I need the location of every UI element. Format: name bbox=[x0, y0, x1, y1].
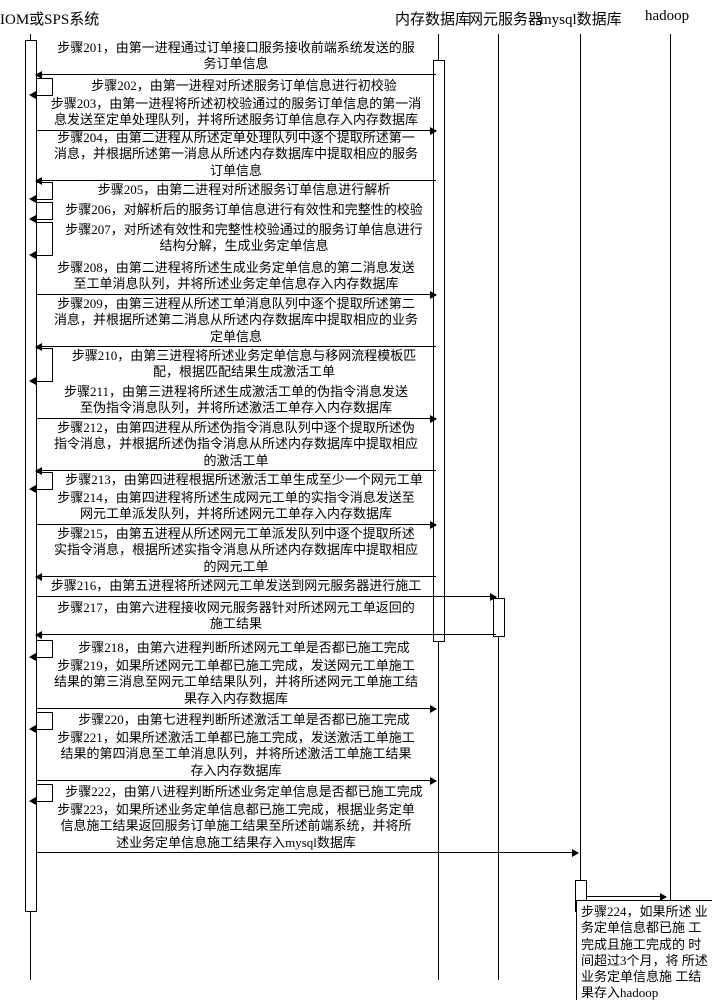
step-text-17: 步骤218，由第六进程判断所述网元工单是否都已施工完成 bbox=[56, 640, 432, 656]
step-text-11: 步骤212，由第四进程从所述伪指令消息队列中逐个提取所述伪 指令消息，并根据所述… bbox=[42, 420, 430, 469]
step-text-19: 步骤220，由第七进程判断所述激活工单是否都已施工完成 bbox=[56, 712, 432, 728]
arrow-22 bbox=[36, 852, 578, 853]
step-text-3: 步骤204，由第二进程从所述定单处理队列中逐个提取所述第一 消息，并根据所述第一… bbox=[42, 130, 430, 179]
self-arrow-21 bbox=[36, 784, 53, 802]
actor-mysql: mysql数据库 bbox=[540, 8, 622, 29]
step-text-18: 步骤219，如果所述网元工单都已施工完成，发送网元工单施工 结果的第三消息至网元… bbox=[42, 658, 430, 707]
actor-ne: 网元服务器 bbox=[468, 8, 543, 29]
arrow-7 bbox=[36, 294, 436, 295]
step-text-22: 步骤223，如果所述业务定单信息都已施工完成，根据业务定单 信息施工结果返回服务… bbox=[42, 802, 430, 851]
actor-hadoop: hadoop bbox=[645, 8, 689, 25]
arrow-15 bbox=[36, 596, 496, 597]
activation-1 bbox=[433, 60, 445, 642]
self-arrow-12 bbox=[36, 472, 53, 490]
arrow-18 bbox=[36, 708, 436, 709]
step-text-7: 步骤208，由第二进程将所述生成业务定单信息的第二消息发送 至工单消息队列，并将… bbox=[42, 260, 430, 293]
arrow-0 bbox=[36, 74, 436, 75]
arrow-8 bbox=[36, 346, 436, 347]
self-arrow-19 bbox=[36, 712, 53, 730]
step-text-15: 步骤216，由第五进程将所述网元工单发送到网元服务器进行施工 bbox=[42, 578, 430, 594]
arrow-20 bbox=[36, 780, 436, 781]
self-arrow-6 bbox=[36, 222, 53, 256]
self-arrow-4 bbox=[36, 182, 53, 200]
lifeline-hadoop bbox=[670, 34, 671, 980]
arrow-224 bbox=[586, 896, 666, 897]
step-text-5: 步骤206，对解析后的服务订单信息进行有效性和完整性的校验 bbox=[56, 202, 432, 218]
arrow-3 bbox=[36, 180, 436, 181]
actor-memdb: 内存数据库 bbox=[395, 8, 470, 29]
step-text-12: 步骤213，由第四进程根据所述激活工单生成至少一个网元工单 bbox=[56, 472, 432, 488]
lifeline-mysql bbox=[580, 34, 581, 980]
self-arrow-1 bbox=[36, 78, 53, 96]
step-text-4: 步骤205，由第二进程对所述服务订单信息进行解析 bbox=[56, 182, 432, 198]
step-text-20: 步骤221，如果所述激活工单都已施工完成，发送激活工单施工 结果的第四消息至工单… bbox=[42, 730, 430, 779]
arrow-16 bbox=[36, 634, 496, 635]
step-text-0: 步骤201，由第一进程通过订单接口服务接收前端系统发送的服 务订单信息 bbox=[42, 40, 430, 73]
self-arrow-9 bbox=[36, 348, 53, 382]
step-text-13: 步骤214，由第四进程将所述生成网元工单的实指令消息发送至 网元工单派发队列，并… bbox=[42, 490, 430, 523]
arrow-14 bbox=[36, 576, 436, 577]
step-text-2: 步骤203，由第一进程将所述初校验通过的服务订单信息的第一消 息发送至定单处理队… bbox=[42, 96, 430, 129]
self-arrow-5 bbox=[36, 202, 53, 220]
lifeline-ne bbox=[498, 34, 499, 980]
self-arrow-17 bbox=[36, 640, 53, 658]
step-text-10: 步骤211，由第三进程将所述生成激活工单的伪指令消息发送 至伪指令消息队列，并将… bbox=[42, 384, 430, 417]
arrow-11 bbox=[36, 470, 436, 471]
step-text-6: 步骤207，对所述有效性和完整性校验通过的服务订单信息进行 结构分解，生成业务定… bbox=[56, 222, 432, 255]
activation-2 bbox=[493, 598, 505, 637]
step-224-box: 步骤224，如果所述 业务定单信息都已施 工完成且施工完成的 时间超过3个月，将… bbox=[576, 900, 712, 1000]
step-text-1: 步骤202，由第一进程对所述服务订单信息进行初校验 bbox=[56, 78, 432, 94]
arrow-13 bbox=[36, 524, 436, 525]
step-text-8: 步骤209，由第三进程从所述工单消息队列中逐个提取所述第二 消息，并根据所述第二… bbox=[42, 296, 430, 345]
step-text-9: 步骤210，由第三进程将所述业务定单信息与移网流程模板匹 配，根据匹配结果生成激… bbox=[56, 348, 432, 381]
step-text-16: 步骤217，由第六进程接收网元服务器针对所述网元工单返回的 施工结果 bbox=[42, 600, 430, 633]
step-text-21: 步骤222，由第八进程判断所述业务定单信息是否都已施工完成 bbox=[56, 784, 432, 800]
step-text-14: 步骤215，由第五进程从所述网元工单派发队列中逐个提取所述 实指令消息，根据所述… bbox=[42, 526, 430, 575]
actor-front: IOM或SPS系统 bbox=[0, 8, 99, 29]
arrow-10 bbox=[36, 418, 436, 419]
